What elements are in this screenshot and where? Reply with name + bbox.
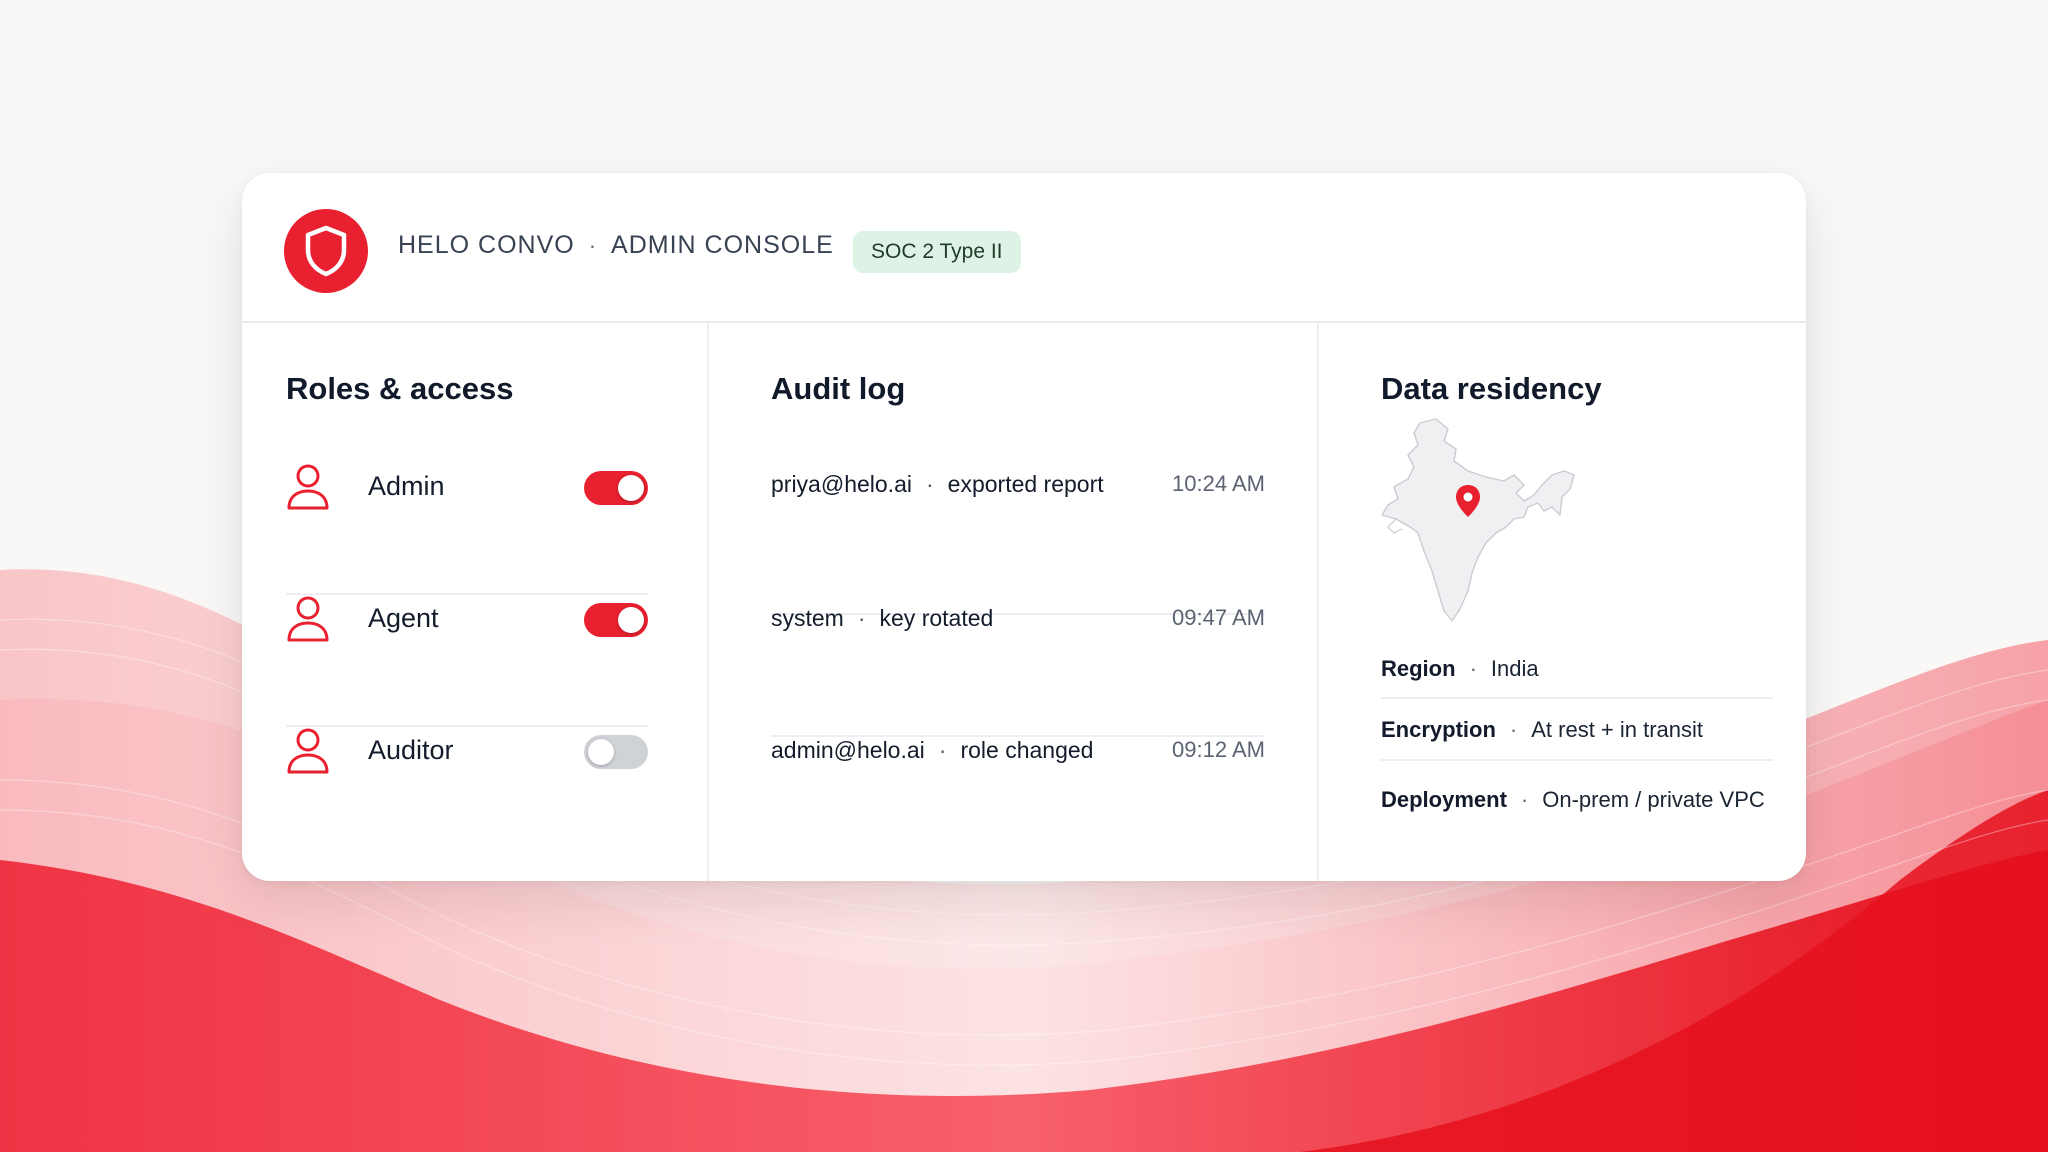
- audit-entry[interactable]: admin@helo.ai · role changed 09:12 AM: [771, 737, 1265, 869]
- audit-time: 10:24 AM: [1172, 471, 1265, 496]
- residency-title: Data residency: [1381, 371, 1602, 406]
- admin-console-card: HELO CONVO · ADMIN CONSOLE SOC 2 Type II…: [242, 173, 1806, 881]
- residency-value: On-prem / private VPC: [1542, 787, 1765, 812]
- residency-separator: ·: [1469, 656, 1477, 681]
- audit-entry[interactable]: priya@helo.ai · exported report 10:24 AM: [771, 471, 1265, 615]
- audit-separator: ·: [925, 471, 934, 497]
- person-icon: [287, 596, 329, 642]
- audit-time: 09:12 AM: [1172, 737, 1265, 762]
- audit-title: Audit log: [771, 371, 906, 406]
- audit-actor: priya@helo.ai: [771, 471, 912, 497]
- toggle-knob: [618, 475, 644, 501]
- residency-key: Encryption: [1381, 717, 1496, 742]
- shield-icon: [284, 209, 368, 293]
- residency-value: At rest + in transit: [1531, 717, 1704, 742]
- role-row-auditor: Auditor: [286, 727, 648, 859]
- audit-action: key rotated: [879, 605, 994, 631]
- audit-action: exported report: [947, 471, 1104, 497]
- console-name: ADMIN CONSOLE: [611, 231, 834, 259]
- audit-entry[interactable]: system · key rotated 09:47 AM: [771, 605, 1265, 737]
- role-label: Admin: [368, 471, 445, 501]
- residency-key: Deployment: [1381, 787, 1507, 812]
- toggle-knob: [618, 607, 644, 633]
- audit-entry-text: priya@helo.ai · exported report: [771, 471, 1104, 498]
- role-label: Auditor: [368, 735, 454, 765]
- audit-actor: system: [771, 605, 844, 631]
- residency-row-deployment: Deployment · On-prem / private VPC: [1381, 787, 1771, 813]
- residency-value: India: [1490, 656, 1539, 681]
- column-divider: [707, 323, 709, 881]
- toggle-knob: [588, 739, 614, 765]
- role-row-agent: Agent: [286, 595, 648, 727]
- residency-key: Region: [1381, 656, 1456, 681]
- residency-separator: ·: [1509, 717, 1518, 742]
- person-icon: [287, 728, 329, 774]
- auditor-toggle[interactable]: [584, 735, 648, 769]
- roles-title: Roles & access: [286, 371, 514, 406]
- audit-entry-text: admin@helo.ai · role changed: [771, 737, 1093, 764]
- role-row-admin: Admin: [286, 463, 648, 595]
- admin-toggle[interactable]: [584, 471, 648, 505]
- india-map: [1381, 418, 1575, 622]
- card-header: HELO CONVO · ADMIN CONSOLE SOC 2 Type II: [242, 173, 1806, 323]
- agent-toggle[interactable]: [584, 603, 648, 637]
- audit-action: role changed: [960, 737, 1094, 763]
- row-divider: [1381, 697, 1773, 699]
- residency-separator: ·: [1520, 787, 1529, 812]
- brand-name: HELO CONVO: [398, 231, 575, 259]
- audit-separator: ·: [857, 605, 866, 631]
- row-divider: [1381, 759, 1773, 761]
- brand-separator: ·: [588, 232, 598, 258]
- audit-actor: admin@helo.ai: [771, 737, 925, 763]
- residency-row-region: Region · India: [1381, 656, 1771, 682]
- role-label: Agent: [368, 603, 439, 633]
- residency-row-encryption: Encryption · At rest + in transit: [1381, 717, 1771, 743]
- audit-entry-text: system · key rotated: [771, 605, 993, 632]
- audit-time: 09:47 AM: [1172, 605, 1265, 630]
- brand-title: HELO CONVO · ADMIN CONSOLE: [398, 231, 834, 260]
- compliance-badge: SOC 2 Type II: [853, 231, 1021, 273]
- person-icon: [287, 464, 329, 510]
- column-divider: [1317, 323, 1319, 881]
- audit-separator: ·: [938, 737, 947, 763]
